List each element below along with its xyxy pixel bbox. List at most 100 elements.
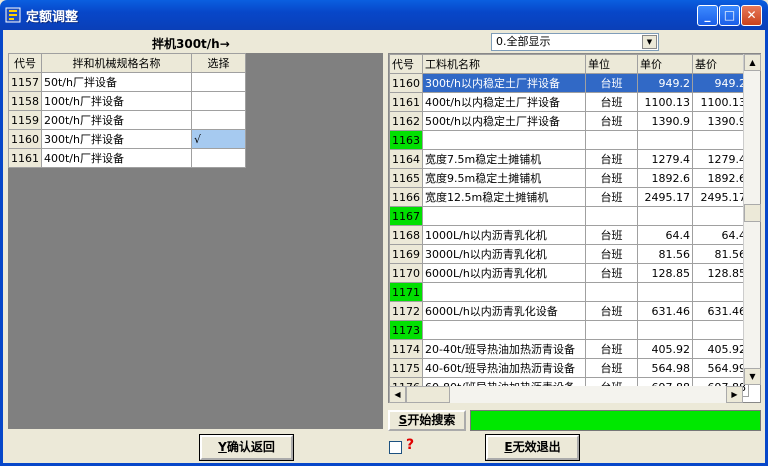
- scroll-left-icon[interactable]: ◀: [389, 386, 406, 403]
- cell-name: [422, 130, 586, 150]
- mixer-table: 代号 拌和机械规格名称 选择 1157 50t/h厂拌设备 1158 100t/…: [8, 53, 246, 168]
- table-row[interactable]: 1173: [389, 320, 749, 340]
- start-search-button[interactable]: S开始搜索: [388, 410, 466, 431]
- minimize-icon: _: [704, 8, 711, 22]
- cell-code: 1160: [389, 73, 423, 93]
- table-row[interactable]: 1165 宽度9.5m稳定土摊铺机 台班 1892.6 1892.6: [389, 168, 749, 188]
- cell-name: 宽度7.5m稳定土摊铺机: [422, 149, 586, 169]
- scroll-up-icon[interactable]: ▲: [744, 54, 761, 71]
- selected-mixer-label: 拌机300t/h→: [152, 37, 230, 51]
- confirm-return-button[interactable]: Y确认返回: [199, 434, 294, 461]
- cell-base: 1279.4: [692, 149, 749, 169]
- cell-name: 6000L/h以内沥青乳化机: [422, 263, 586, 283]
- col-header-base: 基价: [692, 54, 749, 74]
- table-row[interactable]: 1159 200t/h厂拌设备: [8, 110, 246, 130]
- cell-unit: 台班: [585, 168, 638, 188]
- cell-base: [692, 282, 749, 302]
- window-title: 定额调整: [26, 10, 79, 25]
- cell-code: 1157: [8, 72, 42, 92]
- table-row[interactable]: 1168 1000L/h以内沥青乳化机 台班 64.4 64.4: [389, 225, 749, 245]
- cell-price: [637, 282, 693, 302]
- table-row[interactable]: 1172 6000L/h以内沥青乳化设备 台班 631.46 631.46: [389, 301, 749, 321]
- cell-code: 1169: [389, 244, 423, 264]
- cell-price: 81.56: [637, 244, 693, 264]
- cancel-button-label: 无效退出: [512, 440, 561, 454]
- cell-base: 631.46: [692, 301, 749, 321]
- cell-price: [637, 206, 693, 226]
- cell-select[interactable]: [191, 72, 246, 92]
- cell-code: 1160: [8, 129, 42, 149]
- maximize-icon: □: [723, 8, 736, 22]
- vertical-scrollbar[interactable]: ▲ ▼: [743, 54, 761, 385]
- filter-value: 0.全部显示: [496, 35, 551, 48]
- col-header-name: 拌和机械规格名称: [41, 53, 192, 73]
- cell-price: 1279.4: [637, 149, 693, 169]
- table-row[interactable]: 1162 500t/h以内稳定土厂拌设备 台班 1390.9 1390.9: [389, 111, 749, 131]
- cell-code: 1162: [389, 111, 423, 131]
- cancel-exit-button[interactable]: E无效退出: [485, 434, 580, 461]
- scroll-right-icon[interactable]: ▶: [726, 386, 743, 403]
- materials-table-header: 代号 工料机名称 单位 单价 基价: [389, 54, 749, 74]
- cell-price: [637, 320, 693, 340]
- chevron-down-icon[interactable]: ▼: [642, 35, 657, 49]
- cell-unit: 台班: [585, 244, 638, 264]
- cell-code: 1172: [389, 301, 423, 321]
- col-header-name: 工料机名称: [422, 54, 586, 74]
- table-row[interactable]: 1158 100t/h厂拌设备: [8, 91, 246, 111]
- scroll-down-icon[interactable]: ▼: [744, 368, 761, 385]
- cell-name: [422, 282, 586, 302]
- confirm-button-label: 确认返回: [226, 440, 275, 454]
- cell-base: 949.2: [692, 73, 749, 93]
- cell-select[interactable]: √: [191, 129, 246, 149]
- cell-name: 6000L/h以内沥青乳化设备: [422, 301, 586, 321]
- table-row[interactable]: 1169 3000L/h以内沥青乳化机 台班 81.56 81.56: [389, 244, 749, 264]
- minimize-button[interactable]: _: [697, 5, 718, 26]
- cell-base: [692, 206, 749, 226]
- table-row[interactable]: 1170 6000L/h以内沥青乳化机 台班 128.85 128.85: [389, 263, 749, 283]
- table-row[interactable]: 1175 40-60t/班导热油加热沥青设备 台班 564.98 564.99: [389, 358, 749, 378]
- cell-code: 1165: [389, 168, 423, 188]
- vertical-scroll-thumb[interactable]: [744, 204, 761, 222]
- maximize-button[interactable]: □: [719, 5, 740, 26]
- table-row[interactable]: 1163: [389, 130, 749, 150]
- cell-price: 1100.13: [637, 92, 693, 112]
- help-icon[interactable]: ?: [406, 437, 414, 453]
- cell-price: [637, 130, 693, 150]
- app-icon: [5, 7, 21, 23]
- table-row[interactable]: 1166 宽度12.5m稳定土摊铺机 台班 2495.17 2495.17: [389, 187, 749, 207]
- confirm-accelerator-key: Y: [218, 440, 227, 454]
- cell-name: 宽度12.5m稳定土摊铺机: [422, 187, 586, 207]
- display-filter-select[interactable]: 0.全部显示 ▼: [491, 33, 659, 51]
- cell-unit: 台班: [585, 225, 638, 245]
- cell-select[interactable]: [191, 110, 246, 130]
- col-header-code: 代号: [8, 53, 42, 73]
- horizontal-scrollbar[interactable]: ◀ ▶: [389, 386, 743, 403]
- cell-unit: [585, 130, 638, 150]
- cell-base: 1390.9: [692, 111, 749, 131]
- table-row[interactable]: 1160 300t/h以内稳定土厂拌设备 台班 949.2 949.2: [389, 73, 749, 93]
- cell-select[interactable]: [191, 91, 246, 111]
- table-row[interactable]: 1160 300t/h厂拌设备 √: [8, 129, 246, 149]
- cell-base: 564.99: [692, 358, 749, 378]
- col-header-select: 选择: [191, 53, 246, 73]
- col-header-price: 单价: [637, 54, 693, 74]
- option-checkbox[interactable]: [389, 441, 402, 454]
- horizontal-scroll-thumb[interactable]: [406, 386, 450, 403]
- table-row[interactable]: 1161 400t/h以内稳定土厂拌设备 台班 1100.13 1100.13: [389, 92, 749, 112]
- table-row[interactable]: 1161 400t/h厂拌设备: [8, 148, 246, 168]
- close-button[interactable]: ✕: [741, 5, 762, 26]
- table-row[interactable]: 1171: [389, 282, 749, 302]
- cell-unit: 台班: [585, 111, 638, 131]
- cell-unit: [585, 206, 638, 226]
- cell-select[interactable]: [191, 148, 246, 168]
- table-row[interactable]: 1174 20-40t/班导热油加热沥青设备 台班 405.92 405.92: [389, 339, 749, 359]
- cancel-accelerator-key: E: [504, 440, 513, 454]
- table-row[interactable]: 1157 50t/h厂拌设备: [8, 72, 246, 92]
- table-row[interactable]: 1167: [389, 206, 749, 226]
- search-progress-bar: [470, 410, 761, 431]
- materials-table: 代号 工料机名称 单位 单价 基价 1160 300t/h以内稳定土厂拌设备 台班 9…: [389, 54, 749, 397]
- mixer-panel: 代号 拌和机械规格名称 选择 1157 50t/h厂拌设备 1158 100t/…: [8, 53, 383, 429]
- table-row[interactable]: 1164 宽度7.5m稳定土摊铺机 台班 1279.4 1279.4: [389, 149, 749, 169]
- cell-base: 2495.17: [692, 187, 749, 207]
- col-header-code: 代号: [389, 54, 423, 74]
